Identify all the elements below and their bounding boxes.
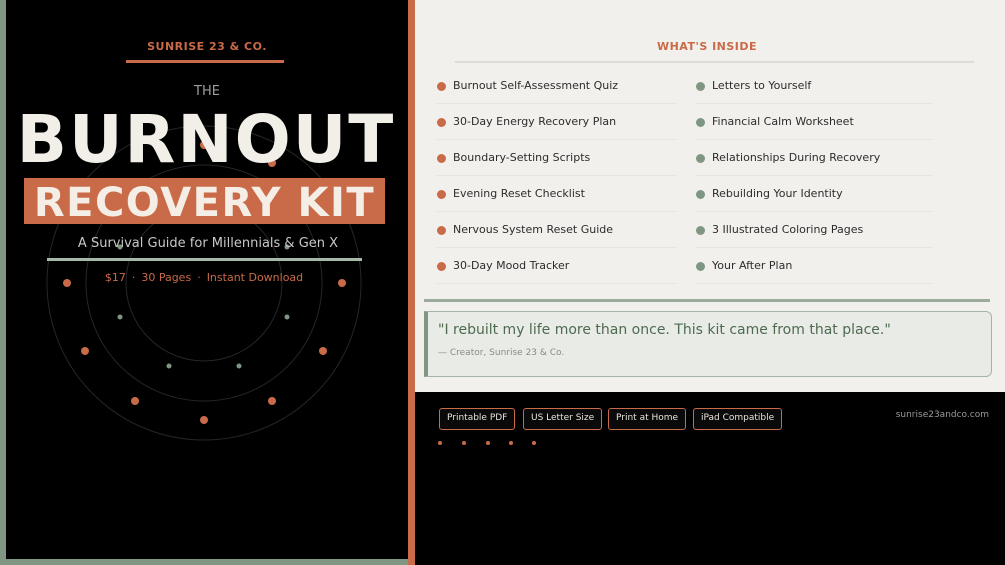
tagline: A Survival Guide for Millennials & Gen X <box>77 236 339 251</box>
list-item-label: Nervous System Reset Guide <box>453 222 613 236</box>
quote-text: "I rebuilt my life more than once. This … <box>438 322 891 338</box>
bullet-dot-icon <box>437 225 446 235</box>
list-item-label: Relationships During Recovery <box>712 150 881 164</box>
meta-separator: · <box>131 271 136 284</box>
bullet-dot-icon <box>437 261 446 271</box>
cover-panel: SUNRISE 23 & CO. THE BURNOUT RECOVERY KI… <box>6 0 408 559</box>
list-item-label: Rebuilding Your Identity <box>712 186 843 200</box>
bullet-dot-icon <box>696 261 705 271</box>
format-badge: iPad Compatible <box>693 408 783 430</box>
list-item-label: 3 Illustrated Coloring Pages <box>712 222 864 236</box>
list-item-label: Burnout Self-Assessment Quiz <box>453 78 619 92</box>
brand-underline <box>126 60 284 63</box>
list-item: 3 Illustrated Coloring Pages <box>696 211 933 248</box>
list-item: Your After Plan <box>696 247 933 284</box>
bullet-dot-icon <box>696 117 705 127</box>
list-item-label: Boundary-Setting Scripts <box>453 150 591 164</box>
list-item: 30-Day Energy Recovery Plan <box>437 103 677 140</box>
quote-attribution: — Creator, Sunrise 23 & Co. <box>438 348 565 358</box>
bullet-dot-icon <box>696 81 705 91</box>
format-badge: US Letter Size <box>523 408 603 430</box>
bullet-dot-icon <box>437 81 446 91</box>
bullet-dot-icon <box>696 189 705 199</box>
decorative-dot-icon <box>509 441 513 445</box>
brand-name: SUNRISE 23 & CO. <box>147 40 267 53</box>
list-item-label: Letters to Yourself <box>712 78 812 92</box>
bullet-dot-icon <box>696 225 705 235</box>
decorative-dot-icon <box>438 441 442 445</box>
contents-panel: WHAT'S INSIDE Burnout Self-Assessment Qu… <box>415 0 1005 392</box>
list-item: Evening Reset Checklist <box>437 175 677 212</box>
meta-separator: · <box>197 271 201 284</box>
title-sub: RECOVERY KIT <box>33 180 376 224</box>
tagline-underline <box>47 258 362 261</box>
list-item: Relationships During Recovery <box>696 139 933 176</box>
title-sub-banner: RECOVERY KIT <box>24 178 385 224</box>
list-item: Financial Calm Worksheet <box>696 103 933 140</box>
title-main: BURNOUT <box>16 101 396 178</box>
list-item-label: Evening Reset Checklist <box>453 186 585 200</box>
bullet-dot-icon <box>437 153 446 163</box>
delivery: Instant Download <box>206 271 304 284</box>
title-prefix: THE <box>194 84 220 99</box>
price: $17 <box>104 271 126 284</box>
list-item-label: Your After Plan <box>712 258 793 272</box>
bullet-dot-icon <box>437 117 446 127</box>
list-item: Boundary-Setting Scripts <box>437 139 677 176</box>
decorative-dot-icon <box>532 441 536 445</box>
footer-bar: Printable PDF US Letter Size Print at Ho… <box>415 392 1005 565</box>
list-item: Letters to Yourself <box>696 67 933 104</box>
panel-divider <box>408 0 415 565</box>
testimonial-quote: "I rebuilt my life more than once. This … <box>424 311 992 377</box>
list-item-label: 30-Day Energy Recovery Plan <box>453 114 617 128</box>
section-divider <box>424 299 990 302</box>
product-meta: $17 · 30 Pages · Instant Download <box>6 271 402 284</box>
list-item: 30-Day Mood Tracker <box>437 247 677 284</box>
format-badge: Printable PDF <box>439 408 516 430</box>
list-item-label: Financial Calm Worksheet <box>712 114 854 128</box>
bullet-dot-icon <box>437 189 446 199</box>
list-item: Rebuilding Your Identity <box>696 175 933 212</box>
contents-title-underline <box>455 61 974 63</box>
website-url: sunrise23andco.com <box>895 410 989 420</box>
decorative-dot-icon <box>462 441 466 445</box>
list-item: Burnout Self-Assessment Quiz <box>437 67 677 104</box>
contents-title: WHAT'S INSIDE <box>656 40 758 53</box>
bullet-dot-icon <box>696 153 705 163</box>
list-item-label: 30-Day Mood Tracker <box>453 258 570 272</box>
page-count: 30 Pages <box>141 271 192 284</box>
decorative-dot-icon <box>486 441 490 445</box>
format-badge: Print at Home <box>608 408 687 430</box>
cover-frame-bottom <box>0 559 412 565</box>
list-item: Nervous System Reset Guide <box>437 211 677 248</box>
